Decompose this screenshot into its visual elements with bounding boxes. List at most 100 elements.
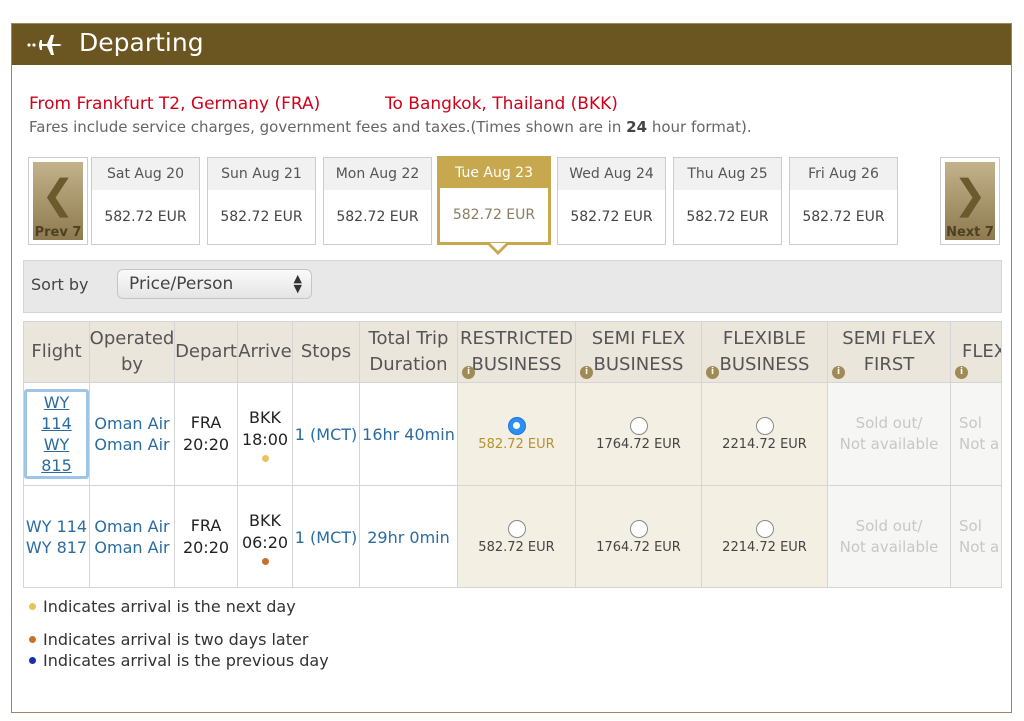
flight-link-focus[interactable]: WY 114 WY 815 (24, 389, 89, 479)
departing-panel: Departing From Frankfurt T2, Germany (FR… (11, 23, 1012, 713)
date-tab-label: Tue Aug 23 (440, 159, 548, 188)
operator-name: Oman Air (94, 435, 170, 454)
arrive-cell: BKK 18:00 (238, 383, 293, 486)
soldout-text: Sol (959, 517, 982, 535)
header-restricted-line2: BUSINESS (471, 354, 562, 375)
depart-time: 20:20 (182, 538, 230, 557)
fare-radio[interactable] (755, 416, 774, 435)
header-operated-line1: Operated (89, 328, 175, 349)
date-tab-aug-24[interactable]: Wed Aug 24 582.72 EUR (557, 157, 666, 245)
info-icon[interactable]: i (580, 366, 593, 379)
next-day-dot-icon (261, 454, 269, 462)
fare-cell[interactable]: 2214.72 EUR (702, 486, 828, 587)
soldout-text: Not available (839, 538, 939, 556)
info-icon[interactable]: i (462, 366, 475, 379)
info-icon[interactable]: i (706, 366, 719, 379)
date-tab-price: 582.72 EUR (220, 209, 303, 225)
info-icon[interactable]: i (832, 366, 845, 379)
fare-note-format: 24 (626, 118, 648, 136)
fare-radio[interactable] (755, 519, 774, 538)
soldout-text: Sold out/ (855, 414, 923, 432)
legend-prev-day: Indicates arrival is the previous day (29, 651, 329, 670)
sort-label: Sort by (31, 275, 89, 294)
chevron-right-icon: ❯ (953, 172, 987, 218)
date-tab-aug-23-selected[interactable]: Tue Aug 23 582.72 EUR (437, 156, 551, 245)
fare-cell[interactable]: 582.72 EUR (458, 486, 576, 587)
operator-cell: Oman Air Oman Air (90, 383, 175, 486)
col-stops: Stops 1 (MCT) 1 (MCT) (293, 322, 360, 587)
date-tab-aug-22[interactable]: Mon Aug 22 582.72 EUR (323, 157, 432, 245)
header-semiflex-line2: BUSINESS (593, 354, 684, 375)
flight-number-link[interactable]: WY 815 (30, 434, 83, 476)
col-duration: Total Trip Duration 16hr 40min 29hr 0min (360, 322, 458, 587)
fare-radio[interactable] (629, 416, 648, 435)
soldout-text: Not a (959, 435, 1000, 453)
arrive-airport: BKK (249, 407, 281, 427)
col-depart: Depart FRA 20:20 FRA 20:20 (175, 322, 238, 587)
sort-bar: Sort by Price/Person ▲ ▼ (23, 260, 1002, 313)
prev-7-label: Prev 7 (34, 225, 82, 240)
soldout-cell: Sol Not a (951, 383, 1001, 486)
date-tab-price: 582.72 EUR (570, 209, 653, 225)
date-tab-price: 582.72 EUR (336, 209, 419, 225)
flight-number-link[interactable]: WY 114 (26, 516, 87, 537)
date-tab-label: Sat Aug 20 (92, 158, 199, 190)
col-semiflex-first: SEMI FLEX FIRST i Sold out/ Not available… (828, 322, 951, 587)
fare-cell-selected[interactable]: 582.72 EUR (458, 383, 576, 486)
date-tab-price: 582.72 EUR (686, 209, 769, 225)
fare-radio[interactable] (507, 519, 526, 538)
fare-radio[interactable] (629, 519, 648, 538)
depart-cell: FRA 20:20 (175, 486, 238, 587)
fare-radio-selected[interactable] (507, 416, 526, 435)
date-tab-aug-25[interactable]: Thu Aug 25 582.72 EUR (673, 157, 782, 245)
sort-select[interactable]: Price/Person ▲ ▼ (117, 269, 312, 299)
duration-link[interactable]: 16hr 40min (362, 425, 455, 444)
fare-cell[interactable]: 1764.72 EUR (576, 383, 702, 486)
soldout-cell: Sold out/ Not available (828, 486, 951, 587)
flight-number-link[interactable]: WY 817 (26, 537, 87, 558)
depart-cell: FRA 20:20 (175, 383, 238, 486)
stops-cell: 1 (MCT) (293, 383, 360, 486)
origin-label: From Frankfurt T2, Germany (FRA) (29, 94, 321, 114)
legend-two-days-text: Indicates arrival is two days later (43, 630, 309, 649)
stops-link[interactable]: 1 (MCT) (295, 425, 358, 444)
flight-number-link[interactable]: WY 114 (30, 392, 83, 434)
prev-7-inner: ❮ Prev 7 (33, 162, 83, 240)
next-7-button[interactable]: ❯ Next 7 (940, 157, 1000, 245)
header-flex-label: FLEX (962, 341, 1002, 362)
soldout-text: Sold out/ (855, 517, 923, 535)
col-flight: Flight WY 114 WY 815 WY 114 WY 817 (24, 322, 90, 587)
header-semiflexfirst-line1: SEMI FLEX (842, 328, 936, 349)
date-tab-label: Thu Aug 25 (674, 158, 781, 190)
header-flex: FLEX i (951, 322, 1002, 383)
date-tab-aug-21[interactable]: Sun Aug 21 582.72 EUR (207, 157, 316, 245)
header-flight: Flight (24, 322, 90, 383)
fare-cell[interactable]: 1764.72 EUR (576, 486, 702, 587)
date-tab-label: Sun Aug 21 (208, 158, 315, 190)
two-days-dot-icon (29, 636, 36, 643)
fare-cell[interactable]: 2214.72 EUR (702, 383, 828, 486)
soldout-text: Not available (839, 435, 939, 453)
header-semiflex-first: SEMI FLEX FIRST i (828, 322, 951, 383)
chevron-left-icon: ❮ (41, 172, 75, 218)
page-title: Departing (79, 28, 204, 57)
header-restricted-business: RESTRICTED BUSINESS i (458, 322, 576, 383)
info-icon[interactable]: i (955, 366, 968, 379)
operator-name: Oman Air (94, 517, 170, 536)
next-7-label: Next 7 (946, 225, 994, 240)
header-stops: Stops (293, 322, 360, 383)
col-flexible-business: FLEXIBLE BUSINESS i 2214.72 EUR 2214.72 E… (702, 322, 828, 587)
date-tab-aug-20[interactable]: Sat Aug 20 582.72 EUR (91, 157, 200, 245)
duration-link[interactable]: 29hr 0min (367, 528, 450, 547)
header-operated-line2: by (120, 354, 144, 375)
date-tab-aug-26[interactable]: Fri Aug 26 582.72 EUR (789, 157, 898, 245)
date-tab-price: 582.72 EUR (452, 207, 536, 223)
two-days-dot-icon (261, 557, 269, 565)
fare-price: 582.72 EUR (478, 436, 555, 452)
col-flex-first: FLEX i Sol Not a Sol Not a (951, 322, 1002, 587)
fare-price: 582.72 EUR (478, 539, 555, 555)
next-day-dot-icon (29, 603, 36, 610)
prev-7-button[interactable]: ❮ Prev 7 (28, 157, 88, 245)
fare-price: 2214.72 EUR (722, 436, 807, 452)
stops-link[interactable]: 1 (MCT) (295, 528, 358, 547)
